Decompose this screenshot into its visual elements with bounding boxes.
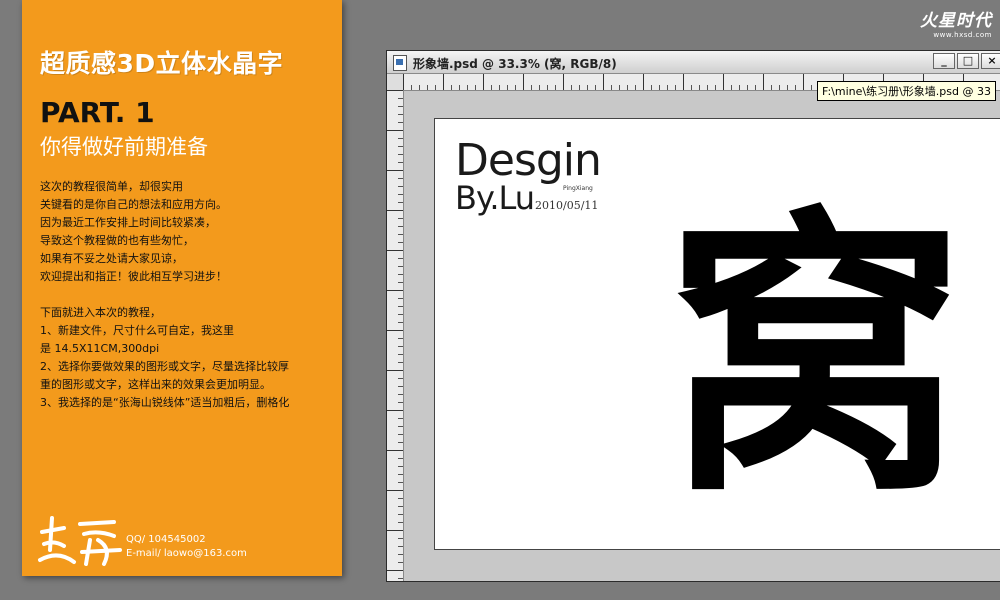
document-icon	[393, 55, 407, 71]
step-line: 3、我选择的是“张海山锐线体”适当加粗后，删格化	[40, 396, 290, 409]
tutorial-title: 超质感3D立体水晶字	[40, 49, 284, 78]
tutorial-body: 这次的教程很简单，却很实用 关键看的是你自己的想法和应用方向。 因为最近工作安排…	[40, 178, 340, 412]
brand-small-text: PingXiang	[563, 185, 593, 192]
close-button[interactable]: ×	[981, 53, 1000, 69]
logo-url: www.hxsd.com	[933, 31, 992, 39]
qq-text: QQ/ 104545002	[126, 534, 206, 545]
step-line: 1、新建文件，尺寸什么可自定，我这里	[40, 324, 234, 337]
author-signature	[38, 516, 122, 566]
step-line: 下面就进入本次的教程，	[40, 306, 161, 319]
ruler-origin[interactable]	[387, 74, 404, 91]
intro-line: 关键看的是你自己的想法和应用方向。	[40, 198, 227, 211]
logo-mark: 火星时代	[920, 11, 992, 31]
brand-word: Desgin	[455, 135, 602, 186]
big-character: 窝	[665, 184, 965, 533]
canvas-area[interactable]: Desgin By.Lu PingXiang 2010/05/11 窝	[404, 91, 1000, 581]
email-text: E-mail/ laowo@163.com	[126, 548, 247, 559]
step-line: 是 14.5X11CM,300dpi	[40, 342, 160, 355]
file-path-tooltip: F:\mine\练习册\形象墙.psd @ 33	[817, 81, 996, 101]
intro-line: 如果有不妥之处请大家见谅，	[40, 252, 183, 265]
window-titlebar[interactable]: 形象墙.psd @ 33.3% (窝, RGB/8) _ □ ×	[387, 51, 1000, 74]
author-contact: QQ/ 104545002 E-mail/ laowo@163.com	[126, 533, 247, 561]
brand-date: 2010/05/11	[535, 199, 599, 212]
intro-line: 导致这个教程做的也有些匆忙，	[40, 234, 194, 247]
intro-line: 欢迎提出和指正！彼此相互学习进步！	[40, 270, 227, 283]
vertical-ruler[interactable]	[387, 90, 404, 581]
intro-line: 因为最近工作安排上时间比较紧凑，	[40, 216, 216, 229]
maximize-button[interactable]: □	[957, 53, 979, 69]
part-heading: PART. 1	[40, 96, 155, 129]
intro-line: 这次的教程很简单，却很实用	[40, 180, 183, 193]
minimize-button[interactable]: _	[933, 53, 955, 69]
hxsd-logo: 火星时代 www.hxsd.com	[912, 6, 992, 40]
part-subtitle: 你得做好前期准备	[40, 135, 208, 159]
tutorial-panel: 超质感3D立体水晶字 PART. 1 你得做好前期准备 这次的教程很简单，却很实…	[22, 0, 342, 576]
step-line: 2、选择你要做效果的图形或文字，尽量选择比较厚	[40, 360, 289, 373]
brand-by-line: By.Lu	[455, 179, 535, 217]
document-canvas[interactable]: Desgin By.Lu PingXiang 2010/05/11 窝	[434, 118, 1000, 550]
window-title: 形象墙.psd @ 33.3% (窝, RGB/8)	[413, 57, 617, 71]
photoshop-document-window: 形象墙.psd @ 33.3% (窝, RGB/8) _ □ × F:\mine…	[386, 50, 1000, 582]
step-line: 重的图形或文字，这样出来的效果会更加明显。	[40, 378, 271, 391]
